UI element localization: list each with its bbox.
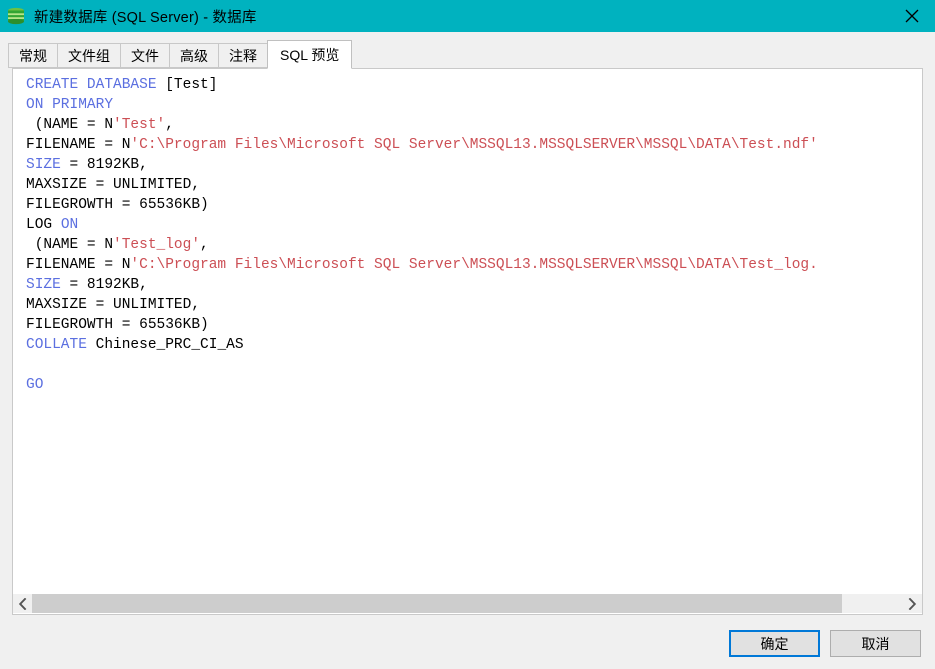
tab-comments[interactable]: 注释: [218, 43, 267, 68]
window-titlebar: 新建数据库 (SQL Server) - 数据库: [0, 0, 935, 32]
scroll-right-icon[interactable]: [903, 594, 922, 613]
tab-advanced[interactable]: 高级: [169, 43, 218, 68]
tab-sql-preview[interactable]: SQL 预览: [267, 40, 353, 69]
database-icon: [8, 7, 24, 25]
cancel-button[interactable]: 取消: [830, 630, 921, 657]
dialog-footer: 确定 取消: [729, 630, 921, 657]
tab-filegroups[interactable]: 文件组: [57, 43, 120, 68]
scrollbar-track[interactable]: [32, 594, 903, 613]
horizontal-scrollbar[interactable]: [13, 594, 922, 613]
scroll-left-icon[interactable]: [13, 594, 32, 613]
tab-strip: 常规 文件组 文件 高级 注释 SQL 预览: [8, 40, 353, 69]
close-icon[interactable]: [889, 0, 935, 32]
tab-files[interactable]: 文件: [120, 43, 169, 68]
ok-button[interactable]: 确定: [729, 630, 820, 657]
sql-preview-panel[interactable]: CREATE DATABASE [Test] ON PRIMARY (NAME …: [12, 68, 923, 615]
window-title: 新建数据库 (SQL Server) - 数据库: [34, 9, 257, 26]
scrollbar-thumb[interactable]: [32, 594, 843, 613]
tab-general[interactable]: 常规: [8, 43, 57, 68]
sql-preview-text: CREATE DATABASE [Test] ON PRIMARY (NAME …: [26, 77, 818, 393]
